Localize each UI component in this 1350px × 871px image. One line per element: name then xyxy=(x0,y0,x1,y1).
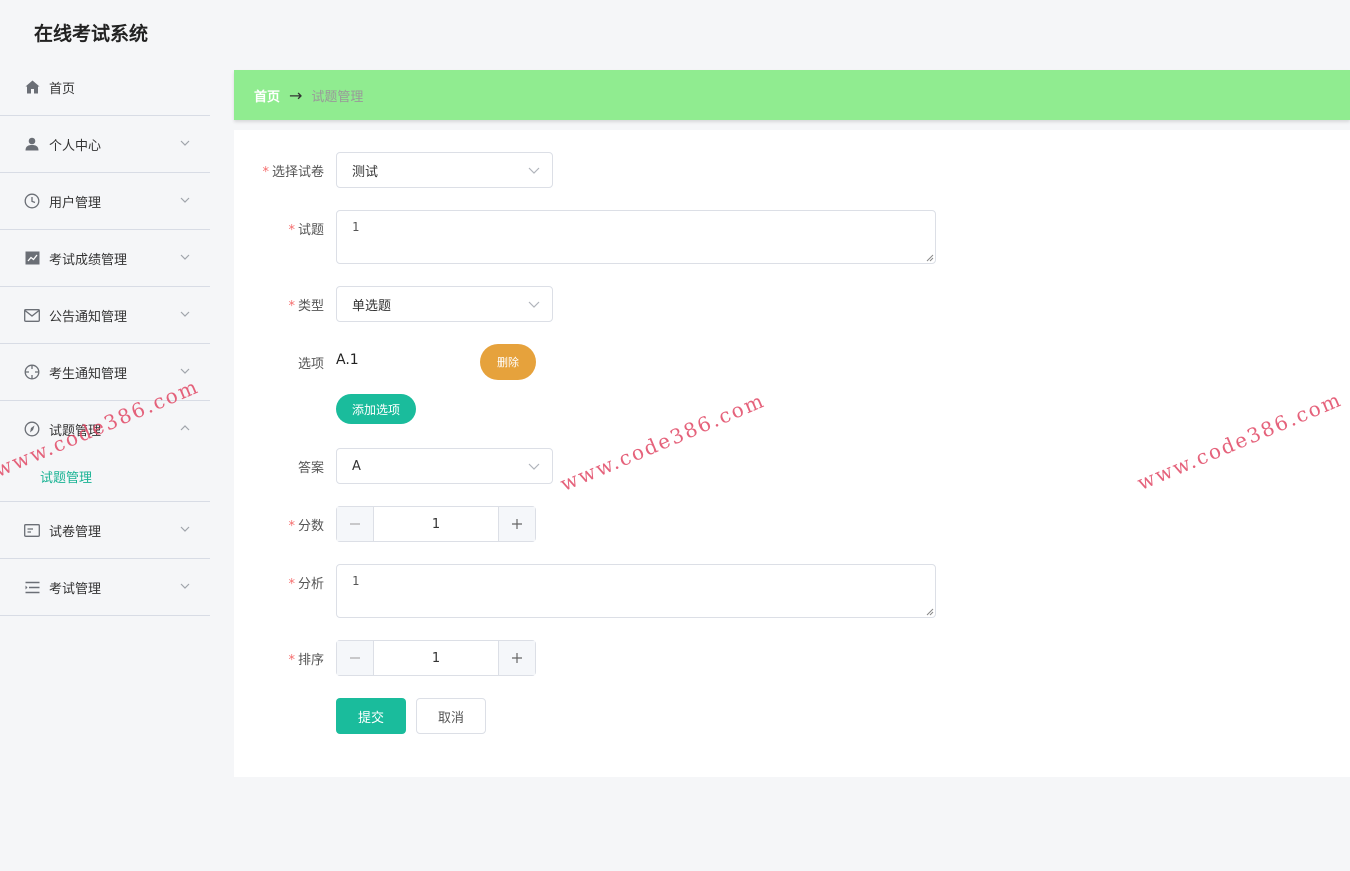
sidebar-group-questions: 试题管理 试题管理 xyxy=(0,401,210,502)
sidebar-group-exams: 考试管理 xyxy=(0,559,210,616)
sidebar-item-label: 首页 xyxy=(49,81,76,97)
sidebar-item-label: 试卷管理 xyxy=(49,524,102,540)
answer-label: 答案 xyxy=(297,461,324,476)
analysis-textarea-value: 1 xyxy=(352,574,360,588)
paper-select[interactable]: 测试 xyxy=(336,152,553,188)
breadcrumb: 首页 → 试题管理 xyxy=(234,70,1350,120)
submit-button[interactable]: 提交 xyxy=(336,698,406,734)
chevron-down-icon xyxy=(180,311,190,317)
breadcrumb-current: 试题管理 xyxy=(311,89,364,105)
add-option-button[interactable]: 添加选项 xyxy=(336,394,416,424)
breadcrumb-separator: → xyxy=(289,85,303,105)
question-textarea-value: 1 xyxy=(352,220,360,234)
score-decrement-button[interactable] xyxy=(337,507,374,541)
chevron-down-icon xyxy=(528,463,540,470)
order-label: * 排序 xyxy=(288,653,324,668)
order-increment-button[interactable] xyxy=(498,641,535,675)
sidebar-item-notices[interactable]: 公告通知管理 xyxy=(0,287,210,343)
sidebar-item-label: 用户管理 xyxy=(49,195,102,211)
minus-icon xyxy=(350,523,360,525)
sidebar-item-questions[interactable]: 试题管理 xyxy=(0,401,210,457)
sidebar-item-users[interactable]: 用户管理 xyxy=(0,173,210,229)
paper-label: * 选择试卷 xyxy=(262,165,324,180)
user-icon xyxy=(24,136,40,152)
sidebar-item-label: 考生通知管理 xyxy=(49,366,128,382)
sidebar-group-profile: 个人中心 xyxy=(0,116,210,173)
score-input[interactable]: 1 xyxy=(374,507,498,541)
target-icon xyxy=(24,364,40,380)
chevron-down-icon xyxy=(528,167,540,174)
cancel-button[interactable]: 取消 xyxy=(416,698,486,734)
sidebar-subitem-questions[interactable]: 试题管理 xyxy=(0,451,210,501)
type-label: * 类型 xyxy=(288,299,324,314)
sidebar-item-student-notices[interactable]: 考生通知管理 xyxy=(0,344,210,400)
delete-option-button[interactable]: 删除 xyxy=(480,344,536,380)
sidebar-item-profile[interactable]: 个人中心 xyxy=(0,116,210,172)
chevron-down-icon xyxy=(528,301,540,308)
sidebar-item-label: 个人中心 xyxy=(49,138,102,154)
sidebar-item-exams[interactable]: 考试管理 xyxy=(0,559,210,615)
minus-icon xyxy=(350,657,360,659)
mail-icon xyxy=(24,307,40,323)
plus-icon xyxy=(512,653,522,663)
breadcrumb-home-link[interactable]: 首页 xyxy=(254,86,280,105)
form-panel: * 选择试卷 测试 * 试题 1 * 类型 单选题 选项 A.1 删除 添加选项 答案… xyxy=(234,130,1350,777)
score-label: * 分数 xyxy=(288,519,324,534)
sidebar-group-student-notices: 考生通知管理 xyxy=(0,344,210,401)
sidebar-group-users: 用户管理 xyxy=(0,173,210,230)
chevron-down-icon xyxy=(180,583,190,589)
question-textarea[interactable]: 1 xyxy=(336,210,936,264)
question-label: * 试题 xyxy=(288,223,324,238)
card-icon xyxy=(24,522,40,538)
sidebar-group-notices: 公告通知管理 xyxy=(0,287,210,344)
sidebar-item-label: 考试成绩管理 xyxy=(49,252,128,268)
chevron-down-icon xyxy=(180,197,190,203)
answer-select[interactable]: A xyxy=(336,448,553,484)
sidebar-item-papers[interactable]: 试卷管理 xyxy=(0,502,210,558)
order-stepper: 1 xyxy=(336,640,536,676)
clock-icon xyxy=(24,193,40,209)
chevron-up-icon xyxy=(180,425,190,431)
score-increment-button[interactable] xyxy=(498,507,535,541)
order-input[interactable]: 1 xyxy=(374,641,498,675)
sidebar-item-scores[interactable]: 考试成绩管理 xyxy=(0,230,210,286)
sidebar-item-home[interactable]: 首页 xyxy=(0,59,210,115)
paper-select-value: 测试 xyxy=(352,164,379,180)
home-icon xyxy=(24,79,40,95)
app-title: 在线考试系统 xyxy=(34,23,149,45)
plus-icon xyxy=(512,519,522,529)
sidebar-group-papers: 试卷管理 xyxy=(0,502,210,559)
compass-icon xyxy=(24,421,40,437)
resize-handle-icon[interactable] xyxy=(925,253,934,262)
answer-select-value: A xyxy=(352,458,361,474)
chevron-down-icon xyxy=(180,140,190,146)
chevron-down-icon xyxy=(180,526,190,532)
order-decrement-button[interactable] xyxy=(337,641,374,675)
chevron-down-icon xyxy=(180,368,190,374)
sidebar-group-scores: 考试成绩管理 xyxy=(0,230,210,287)
analysis-textarea[interactable]: 1 xyxy=(336,564,936,618)
sidebar-item-label: 试题管理 xyxy=(49,423,102,439)
sidebar-item-label: 考试管理 xyxy=(49,581,102,597)
type-select[interactable]: 单选题 xyxy=(336,286,553,322)
list-icon xyxy=(24,579,40,595)
chart-icon xyxy=(24,250,40,266)
sidebar-item-label: 公告通知管理 xyxy=(49,309,128,325)
option-item: A.1 xyxy=(336,352,359,368)
sidebar: 首页 个人中心 用户管理 考试成绩管理 公告通知管理 考生通知管理 试题管理 试… xyxy=(0,59,210,616)
resize-handle-icon[interactable] xyxy=(925,607,934,616)
score-stepper: 1 xyxy=(336,506,536,542)
type-select-value: 单选题 xyxy=(352,298,392,314)
chevron-down-icon xyxy=(180,254,190,260)
options-label: 选项 xyxy=(297,357,324,372)
analysis-label: * 分析 xyxy=(288,577,324,592)
sidebar-group-home: 首页 xyxy=(0,59,210,116)
